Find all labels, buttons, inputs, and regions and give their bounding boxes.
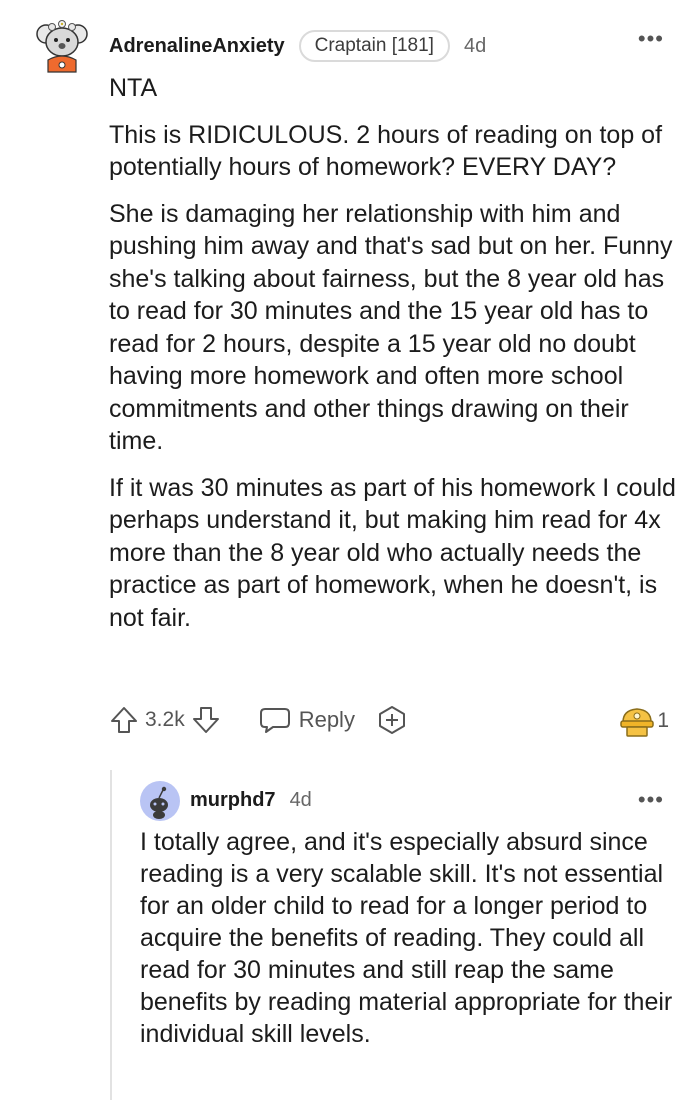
comment-age[interactable]: 4d (290, 789, 312, 812)
comment-paragraph: This is RIDICULOUS. 2 hours of reading o… (109, 120, 663, 182)
comment-body: NTA This is RIDICULOUS. 2 hours of readi… (109, 72, 679, 648)
comment-paragraph: NTA (109, 74, 158, 102)
username-link[interactable]: murphd7 (190, 789, 276, 812)
snoo-avatar-icon (140, 781, 180, 821)
downvote-arrow-icon[interactable] (191, 705, 221, 735)
reply-button[interactable]: Reply (259, 706, 355, 734)
reply-body: I totally agree, and it's especially abs… (140, 826, 675, 1050)
comment-paragraph: If it was 30 minutes as part of his home… (109, 473, 676, 632)
given-awards[interactable]: 1 (619, 704, 669, 738)
username-link[interactable]: AdrenalineAnxiety (109, 35, 285, 58)
award-count: 1 (657, 709, 669, 732)
upvote-arrow-icon[interactable] (109, 705, 139, 735)
more-options-icon[interactable]: ••• (638, 26, 664, 52)
reply-label: Reply (298, 707, 355, 732)
avatar[interactable] (140, 781, 180, 821)
add-award-icon[interactable] (377, 705, 407, 735)
thread-line[interactable] (110, 770, 112, 1100)
speech-bubble-icon (259, 706, 291, 734)
koala-avatar-icon (36, 20, 88, 73)
comment-age[interactable]: 4d (464, 35, 486, 58)
reply-paragraph: I totally agree, and it's especially abs… (140, 828, 673, 1048)
user-flair: Craptain [181] (298, 30, 450, 62)
more-options-icon[interactable]: ••• (638, 787, 664, 813)
avatar[interactable] (36, 16, 88, 74)
vote-score: 3.2k (145, 708, 185, 731)
gold-award-icon (619, 704, 655, 738)
comment-header: AdrenalineAnxiety Craptain [181] 4d (109, 30, 486, 62)
comment-actions: 3.2k Reply 1 (109, 700, 669, 740)
reply-header: murphd7 4d (190, 786, 312, 814)
comment-paragraph: She is damaging her relationship with hi… (109, 199, 673, 456)
